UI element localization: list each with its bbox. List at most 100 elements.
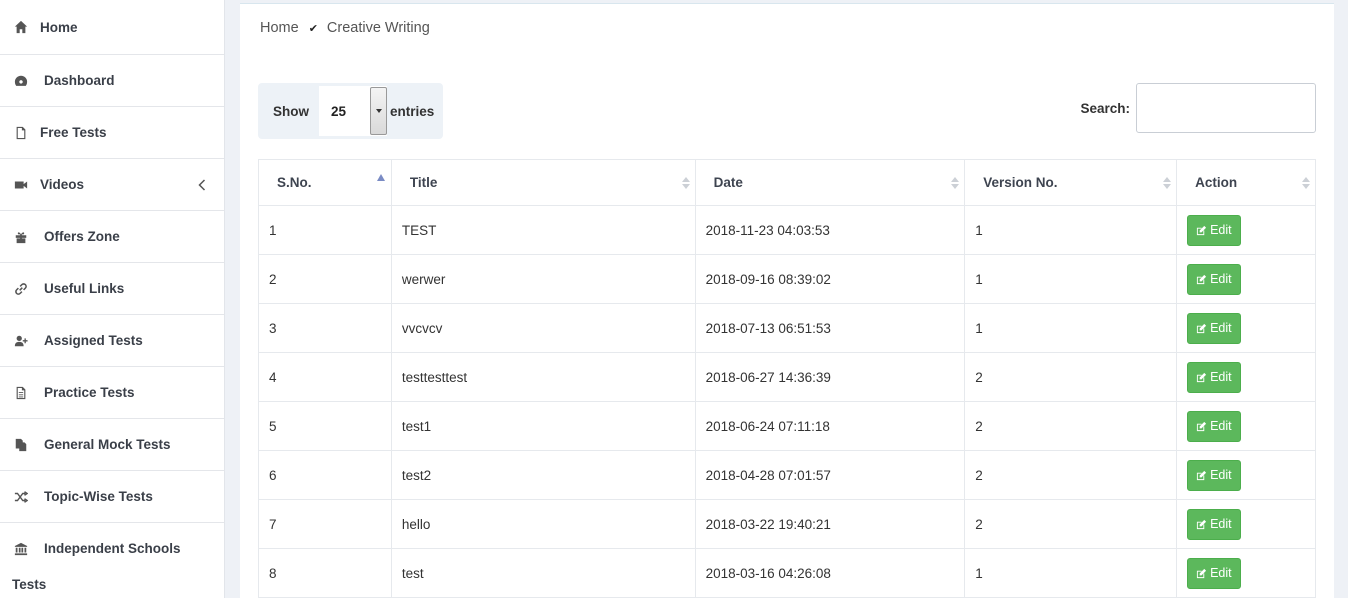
column-header-label: S.No. bbox=[277, 175, 312, 190]
cell-action: Edit bbox=[1176, 254, 1316, 304]
cell-title: hello bbox=[390, 499, 696, 549]
sidebar-item-home[interactable]: Home bbox=[0, 0, 224, 55]
cell-version: 2 bbox=[964, 499, 1178, 549]
cell-action: Edit bbox=[1176, 450, 1316, 500]
file-text-icon bbox=[12, 386, 30, 400]
column-header-action[interactable]: Action bbox=[1176, 159, 1316, 206]
cell-sno: 8 bbox=[258, 548, 392, 598]
edit-button-label: Edit bbox=[1210, 223, 1232, 237]
entries-select[interactable]: 25 bbox=[319, 86, 387, 136]
cell-title: test2 bbox=[390, 450, 696, 500]
edit-icon bbox=[1196, 519, 1207, 529]
table-row: 1 TEST 2018-11-23 04:03:53 1 Edit bbox=[258, 205, 1316, 255]
dropdown-arrow-icon[interactable] bbox=[370, 87, 387, 135]
edit-button[interactable]: Edit bbox=[1187, 263, 1241, 295]
sidebar-item-label-line2: Tests bbox=[12, 577, 47, 592]
column-header-label: Title bbox=[409, 175, 438, 190]
cell-sno: 3 bbox=[258, 303, 392, 353]
column-header-title[interactable]: Title bbox=[390, 159, 696, 206]
table-row: 5 test1 2018-06-24 07:11:18 2 Edit bbox=[258, 401, 1316, 451]
sidebar-item-label: Home bbox=[40, 19, 78, 35]
chevron-left-icon[interactable] bbox=[198, 178, 206, 191]
entries-length-control: Show 25 entries bbox=[258, 83, 443, 139]
edit-button[interactable]: Edit bbox=[1187, 214, 1241, 246]
cell-title: test bbox=[390, 548, 696, 598]
gift-icon bbox=[12, 230, 30, 244]
dashboard-icon bbox=[12, 74, 30, 88]
table-row: 7 hello 2018-03-22 19:40:21 2 Edit bbox=[258, 499, 1316, 549]
sidebar-item-dashboard[interactable]: Dashboard bbox=[0, 55, 224, 107]
cell-action: Edit bbox=[1176, 303, 1316, 353]
column-header-version[interactable]: Version No. bbox=[964, 159, 1178, 206]
sidebar-item-label: Offers Zone bbox=[44, 229, 120, 244]
sidebar-item-general-mock-tests[interactable]: General Mock Tests bbox=[0, 419, 224, 471]
edit-button[interactable]: Edit bbox=[1187, 312, 1241, 344]
edit-icon bbox=[1196, 372, 1207, 382]
sidebar-item-videos[interactable]: Videos bbox=[0, 159, 224, 211]
sidebar-item-topic-wise-tests[interactable]: Topic-Wise Tests bbox=[0, 471, 224, 523]
cell-date: 2018-07-13 06:51:53 bbox=[694, 303, 966, 353]
sidebar-item-free-tests[interactable]: Free Tests bbox=[0, 107, 224, 159]
edit-button-label: Edit bbox=[1210, 468, 1232, 482]
sidebar-item-label: Assigned Tests bbox=[44, 333, 143, 348]
cell-version: 1 bbox=[964, 254, 1178, 304]
sidebar-item-practice-tests[interactable]: Practice Tests bbox=[0, 367, 224, 419]
table-header-row: S.No. Title Date Version No. Action bbox=[258, 159, 1316, 206]
column-header-date[interactable]: Date bbox=[694, 159, 966, 206]
sidebar-item-useful-links[interactable]: Useful Links bbox=[0, 263, 224, 315]
edit-button[interactable]: Edit bbox=[1187, 508, 1241, 540]
table-row: 8 test 2018-03-16 04:26:08 1 Edit bbox=[258, 548, 1316, 598]
check-icon: ✔ bbox=[308, 22, 318, 35]
sort-icon bbox=[1302, 176, 1310, 189]
search-input[interactable] bbox=[1136, 83, 1316, 133]
sidebar-item-label: Dashboard bbox=[44, 73, 115, 88]
edit-button[interactable]: Edit bbox=[1187, 459, 1241, 491]
cell-title: test1 bbox=[390, 401, 696, 451]
sidebar-item-assigned-tests[interactable]: Assigned Tests bbox=[0, 315, 224, 367]
cell-version: 2 bbox=[964, 401, 1178, 451]
edit-icon bbox=[1196, 225, 1207, 235]
files-icon bbox=[12, 438, 30, 452]
column-header-label: Action bbox=[1195, 175, 1238, 190]
table-row: 2 werwer 2018-09-16 08:39:02 1 Edit bbox=[258, 254, 1316, 304]
cell-sno: 1 bbox=[258, 205, 392, 255]
cell-sno: 5 bbox=[258, 401, 392, 451]
column-header-label: Version No. bbox=[983, 175, 1058, 190]
file-icon bbox=[12, 126, 30, 140]
edit-button-label: Edit bbox=[1210, 321, 1232, 335]
column-header-sno[interactable]: S.No. bbox=[258, 159, 392, 206]
cell-version: 1 bbox=[964, 205, 1178, 255]
cell-version: 2 bbox=[964, 352, 1178, 402]
search-control: Search: bbox=[1080, 83, 1316, 133]
sidebar-item-label: Free Tests bbox=[40, 125, 107, 140]
breadcrumb-current: Creative Writing bbox=[326, 20, 430, 36]
cell-version: 2 bbox=[964, 450, 1178, 500]
sidebar-item-label: General Mock Tests bbox=[44, 437, 171, 452]
cell-title: TEST bbox=[390, 205, 696, 255]
cell-date: 2018-09-16 08:39:02 bbox=[694, 254, 966, 304]
column-header-label: Date bbox=[713, 175, 743, 190]
cell-version: 1 bbox=[964, 548, 1178, 598]
home-icon bbox=[12, 20, 30, 34]
sidebar-item-label: Practice Tests bbox=[44, 385, 135, 400]
main-panel: Home ✔ Creative Writing Show 25 entries … bbox=[240, 3, 1334, 598]
cell-date: 2018-11-23 04:03:53 bbox=[694, 205, 966, 255]
edit-button-label: Edit bbox=[1210, 272, 1232, 286]
cell-action: Edit bbox=[1176, 205, 1316, 255]
cell-action: Edit bbox=[1176, 548, 1316, 598]
sidebar-item-offers-zone[interactable]: Offers Zone bbox=[0, 211, 224, 263]
cell-version: 1 bbox=[964, 303, 1178, 353]
entries-label: entries bbox=[390, 103, 435, 119]
edit-button[interactable]: Edit bbox=[1187, 557, 1241, 589]
cell-title: werwer bbox=[390, 254, 696, 304]
edit-button[interactable]: Edit bbox=[1187, 410, 1241, 442]
breadcrumb-home[interactable]: Home bbox=[260, 20, 299, 36]
table-row: 4 testtesttest 2018-06-27 14:36:39 2 Edi… bbox=[258, 352, 1316, 402]
cell-title: testtesttest bbox=[390, 352, 696, 402]
sidebar-item-label: Topic-Wise Tests bbox=[44, 489, 153, 504]
sidebar-item-independent-schools-tests[interactable]: Independent Schools Tests bbox=[0, 523, 224, 598]
tests-table: S.No. Title Date Version No. Action 1 TE… bbox=[258, 159, 1316, 598]
cell-date: 2018-03-22 19:40:21 bbox=[694, 499, 966, 549]
random-icon bbox=[12, 490, 30, 504]
edit-button[interactable]: Edit bbox=[1187, 361, 1241, 393]
